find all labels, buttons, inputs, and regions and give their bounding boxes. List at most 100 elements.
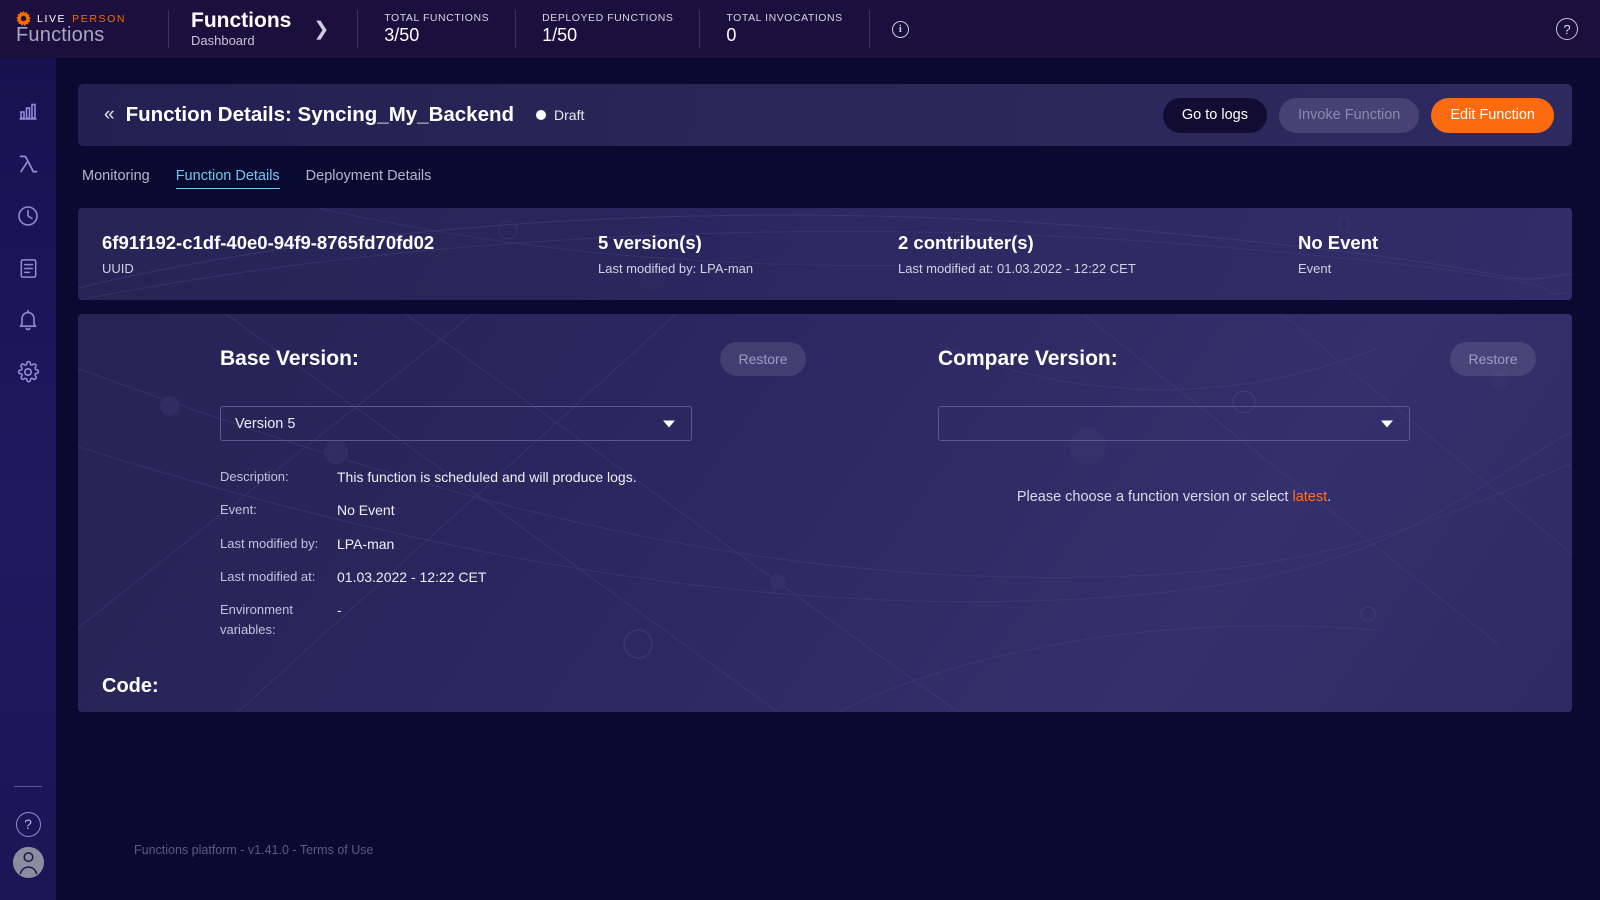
chevron-down-icon	[1381, 420, 1393, 427]
meta-row: Last modified by: LPA-man	[220, 534, 808, 554]
compare-version-hint: Please choose a function version or sele…	[938, 489, 1410, 505]
base-version-select-value: Version 5	[235, 415, 296, 432]
version-columns: Base Version: Restore Version 5 Descript…	[78, 314, 1572, 653]
info-event-value: No Event	[1298, 232, 1379, 253]
breadcrumb-subtitle: Dashboard	[191, 33, 255, 49]
info-versions-value: 5 version(s)	[598, 232, 702, 253]
topbar-info-button[interactable]: i	[870, 0, 931, 58]
function-header-card: « Function Details: Syncing_My_Backend D…	[78, 84, 1572, 146]
sidebar-item-history[interactable]	[0, 190, 56, 242]
info-versions: 5 version(s) Last modified by: LPA-man	[598, 232, 898, 276]
page-title: Function Details: Syncing_My_Backend	[125, 103, 515, 126]
meta-row: Last modified at: 01.03.2022 - 12:22 CET	[220, 567, 808, 587]
lambda-icon	[15, 151, 41, 177]
info-uuid-value: 6f91f192-c1df-40e0-94f9-8765fd70fd02	[102, 232, 435, 253]
code-section-label: Code:	[102, 675, 159, 698]
meta-modified-by-value: LPA-man	[337, 535, 395, 552]
meta-modified-by-key: Last modified by:	[220, 535, 319, 551]
double-chevron-left-icon[interactable]: «	[104, 104, 114, 126]
user-avatar[interactable]	[12, 847, 44, 878]
stat-deployed-functions: DEPLOYED FUNCTIONS 1/50	[516, 0, 699, 58]
meta-modified-at-key: Last modified at:	[220, 568, 316, 584]
info-uuid: 6f91f192-c1df-40e0-94f9-8765fd70fd02 UUI…	[78, 232, 598, 276]
user-avatar-icon	[12, 847, 44, 878]
topbar-help-button[interactable]: ?	[1556, 0, 1600, 58]
compare-version-header: Compare Version: Restore	[938, 342, 1538, 376]
compare-hint-prefix: Please choose a function version or sele…	[1016, 489, 1293, 505]
stat-deployed-functions-value: 1/50	[542, 25, 578, 45]
base-version-title: Base Version:	[220, 347, 359, 370]
brand-live-text: LIVE	[37, 12, 67, 25]
bar-chart-icon	[16, 100, 40, 124]
meta-modified-at-value: 01.03.2022 - 12:22 CET	[337, 568, 487, 585]
status-dot-icon	[536, 110, 547, 120]
gear-logo-icon	[16, 11, 31, 26]
clock-icon	[16, 204, 40, 228]
document-icon	[17, 257, 40, 280]
stat-total-functions-value: 3/50	[384, 25, 420, 45]
footer-text[interactable]: Functions platform - v1.41.0 - Terms of …	[134, 843, 373, 857]
invoke-function-button[interactable]: Invoke Function	[1278, 97, 1420, 133]
main-content: « Function Details: Syncing_My_Backend D…	[56, 58, 1600, 900]
status-badge: Draft	[536, 107, 584, 123]
tab-function-details[interactable]: Function Details	[175, 168, 280, 189]
info-contributers-label: Last modified at: 01.03.2022 - 12:22 CET	[898, 261, 1136, 276]
stat-total-functions: TOTAL FUNCTIONS 3/50	[358, 0, 515, 58]
brand-logo[interactable]: LIVE PERSON Functions	[0, 0, 168, 58]
info-versions-label: Last modified by: LPA-man	[598, 261, 754, 276]
chevron-down-icon	[663, 420, 675, 427]
stat-total-functions-label: TOTAL FUNCTIONS	[384, 12, 490, 24]
top-bar: LIVE PERSON Functions Functions Dashboard…	[0, 0, 1600, 58]
sidebar-divider	[14, 786, 42, 787]
base-version-restore-button[interactable]: Restore	[720, 342, 806, 376]
sidebar-item-settings[interactable]	[0, 346, 56, 398]
select-latest-link[interactable]: latest	[1292, 489, 1327, 505]
bell-icon	[16, 308, 40, 332]
gear-icon	[16, 360, 40, 384]
meta-event-value: No Event	[337, 502, 395, 519]
status-badge-label: Draft	[554, 107, 585, 123]
compare-version-title: Compare Version:	[938, 347, 1118, 370]
edit-function-button[interactable]: Edit Function	[1431, 97, 1554, 133]
info-contributers-value: 2 contributer(s)	[898, 232, 1034, 253]
compare-version-column: Compare Version: Restore Please choose a…	[808, 342, 1538, 653]
brand-person-text: PERSON	[72, 12, 127, 25]
sidebar-item-functions[interactable]	[0, 138, 56, 190]
breadcrumb[interactable]: Functions Dashboard ❯	[169, 0, 357, 58]
breadcrumb-title: Functions	[191, 8, 292, 32]
meta-row: Description: This function is scheduled …	[220, 467, 808, 487]
tab-bar: Monitoring Function Details Deployment D…	[78, 146, 1572, 189]
tab-monitoring[interactable]: Monitoring	[82, 168, 150, 189]
brand-product-name: Functions	[16, 24, 105, 46]
sidebar-help-button[interactable]: ?	[0, 801, 56, 847]
meta-description-value: This function is scheduled and will prod…	[337, 469, 637, 485]
compare-hint-suffix: .	[1327, 489, 1332, 505]
stat-total-invocations-label: TOTAL INVOCATIONS	[726, 12, 843, 24]
stat-total-invocations: TOTAL INVOCATIONS 0	[700, 0, 868, 58]
base-version-header: Base Version: Restore	[220, 342, 808, 376]
sidebar-item-analytics[interactable]	[0, 86, 56, 138]
info-event-label: Event	[1298, 261, 1332, 276]
info-event: No Event Event	[1298, 232, 1558, 276]
sidebar-item-notifications[interactable]	[0, 294, 56, 346]
help-circle-icon: ?	[15, 811, 41, 837]
meta-env-vars-key: Environment variables:	[220, 602, 293, 638]
stat-total-invocations-value: 0	[726, 25, 737, 45]
tab-deployment-details[interactable]: Deployment Details	[306, 168, 432, 189]
help-circle-icon: ?	[1556, 18, 1578, 40]
meta-env-vars-value: -	[337, 602, 342, 619]
go-to-logs-button[interactable]: Go to logs	[1162, 97, 1267, 133]
compare-version-select[interactable]	[938, 406, 1410, 441]
sidebar: ?	[0, 58, 56, 900]
meta-row: Environment variables: -	[220, 600, 808, 640]
sidebar-item-logs[interactable]	[0, 242, 56, 294]
info-uuid-label: UUID	[102, 261, 134, 276]
base-version-select[interactable]: Version 5	[220, 406, 692, 441]
meta-event-key: Event:	[220, 502, 257, 518]
stat-deployed-functions-label: DEPLOYED FUNCTIONS	[542, 12, 674, 24]
base-version-column: Base Version: Restore Version 5 Descript…	[78, 342, 808, 653]
meta-row: Event: No Event	[220, 500, 808, 520]
meta-description-key: Description:	[220, 469, 289, 484]
compare-version-restore-button[interactable]: Restore	[1450, 342, 1536, 376]
